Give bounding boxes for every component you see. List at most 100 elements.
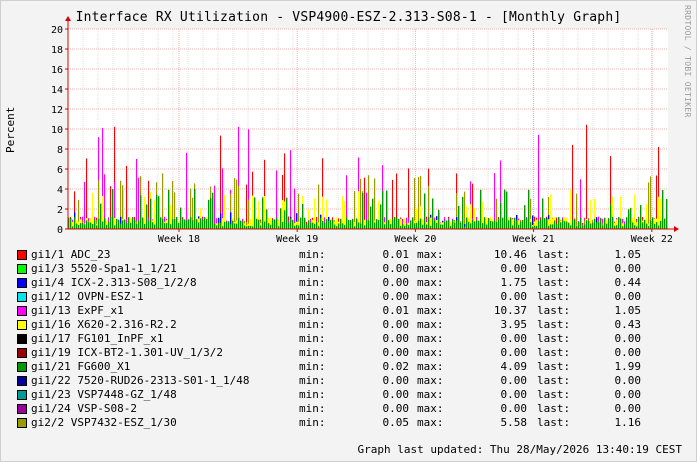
x-tick-label: Week 21 bbox=[513, 234, 555, 245]
legend-max-value: 5.58 bbox=[500, 416, 528, 429]
data-bar bbox=[616, 225, 618, 229]
legend-min-label: min: bbox=[299, 416, 326, 429]
data-bar bbox=[428, 217, 430, 229]
data-bar bbox=[540, 219, 542, 229]
data-bar bbox=[182, 218, 184, 229]
y-axis-arrow bbox=[65, 16, 71, 21]
data-bar bbox=[654, 223, 656, 229]
data-bar bbox=[550, 194, 552, 229]
legend-series-name: gi1/1 ADC_23 bbox=[31, 248, 111, 261]
data-bar bbox=[522, 219, 524, 229]
legend-max-label: max: bbox=[417, 360, 444, 373]
legend-min-value: 0.00 bbox=[382, 276, 410, 289]
data-bar bbox=[600, 218, 602, 229]
data-bar bbox=[136, 158, 138, 229]
y-tick-label: 14 bbox=[51, 85, 63, 96]
legend-min-value: 0.00 bbox=[382, 332, 410, 345]
data-bar bbox=[194, 188, 196, 229]
data-bar bbox=[154, 224, 156, 229]
data-bar bbox=[358, 222, 360, 229]
legend-max-label: max: bbox=[417, 388, 444, 401]
y-tick-label: 8 bbox=[57, 145, 63, 156]
data-bar bbox=[514, 217, 516, 229]
data-bar bbox=[556, 223, 558, 229]
data-bar bbox=[330, 220, 332, 229]
data-bar bbox=[212, 192, 214, 229]
legend-max-label: max: bbox=[417, 318, 444, 331]
data-bar bbox=[606, 223, 608, 229]
y-tick-label: 12 bbox=[51, 105, 63, 116]
data-bar bbox=[294, 188, 296, 229]
data-bar bbox=[310, 222, 312, 229]
data-bar bbox=[542, 198, 544, 229]
legend-swatch bbox=[17, 264, 27, 274]
data-bar bbox=[626, 217, 628, 229]
data-bar bbox=[322, 221, 324, 229]
legend-series-name: gi1/23 VSP7448-GZ_1/48 bbox=[31, 388, 177, 401]
data-bar bbox=[234, 223, 236, 229]
legend-last-value: 0.00 bbox=[614, 388, 642, 401]
data-bar bbox=[588, 220, 590, 229]
data-bar bbox=[84, 224, 86, 229]
data-bar bbox=[218, 222, 220, 229]
data-bar bbox=[266, 209, 268, 229]
data-bar bbox=[84, 181, 86, 229]
legend-max-label: max: bbox=[417, 416, 444, 429]
data-bar bbox=[170, 224, 172, 229]
legend-last-value: 1.05 bbox=[614, 304, 642, 317]
legend-row: gi1/1 ADC_23 min: 0.01 max: 10.46 last: 1.05 bbox=[17, 248, 697, 262]
data-bar bbox=[524, 205, 526, 229]
data-bar bbox=[150, 198, 152, 229]
legend-last-value: 0.00 bbox=[614, 402, 642, 415]
y-tick-label: 10 bbox=[51, 125, 63, 136]
data-bar bbox=[362, 193, 364, 229]
data-bar bbox=[210, 198, 212, 229]
data-bar bbox=[104, 217, 106, 229]
data-bar bbox=[144, 224, 146, 229]
data-bar bbox=[96, 225, 98, 229]
legend-series-name: gi1/24 VSP-S08-2 bbox=[31, 402, 137, 415]
legend-last-label: last: bbox=[537, 276, 571, 289]
data-bar bbox=[500, 202, 502, 229]
legend-swatch bbox=[17, 376, 27, 386]
data-bar bbox=[472, 219, 474, 229]
data-bar bbox=[188, 219, 190, 229]
legend-max-value: 0.00 bbox=[500, 374, 528, 387]
data-bar bbox=[306, 224, 308, 229]
legend-row: gi1/12 OVPN-ESZ-1 min: 0.00 max: 0.00 last: 0.… bbox=[17, 290, 697, 304]
legend: gi1/1 ADC_23 min: 0.01 max: 10.46 last: 1.05 gi… bbox=[17, 248, 697, 430]
data-bar bbox=[76, 223, 78, 229]
data-bar bbox=[124, 219, 126, 229]
legend-min-label: min: bbox=[299, 346, 326, 359]
data-bar bbox=[184, 219, 186, 229]
data-bar bbox=[178, 222, 180, 229]
data-bar bbox=[528, 189, 530, 229]
data-bar bbox=[206, 219, 208, 229]
data-bar bbox=[586, 124, 588, 229]
legend-max-value: 0.00 bbox=[500, 346, 528, 359]
data-bar bbox=[490, 220, 492, 229]
legend-last-label: last: bbox=[537, 262, 571, 275]
legend-min-label: min: bbox=[299, 318, 326, 331]
data-bar bbox=[356, 218, 358, 229]
data-bar bbox=[290, 218, 292, 229]
data-bar bbox=[498, 218, 500, 229]
data-bar bbox=[260, 225, 262, 229]
data-bar bbox=[308, 220, 310, 229]
data-bar bbox=[112, 189, 114, 229]
legend-last-label: last: bbox=[537, 248, 571, 261]
data-bar bbox=[634, 225, 636, 229]
legend-max-label: max: bbox=[417, 402, 444, 415]
data-bar bbox=[214, 223, 216, 229]
data-bar bbox=[480, 189, 482, 229]
data-bar bbox=[474, 221, 476, 229]
data-bar bbox=[442, 224, 444, 229]
data-bar bbox=[352, 219, 354, 229]
data-bar bbox=[664, 218, 666, 229]
data-bar bbox=[342, 223, 344, 229]
data-bar bbox=[660, 220, 662, 229]
data-bar bbox=[348, 220, 350, 229]
legend-last-label: last: bbox=[537, 332, 571, 345]
legend-swatch bbox=[17, 306, 27, 316]
data-bar bbox=[70, 218, 72, 229]
